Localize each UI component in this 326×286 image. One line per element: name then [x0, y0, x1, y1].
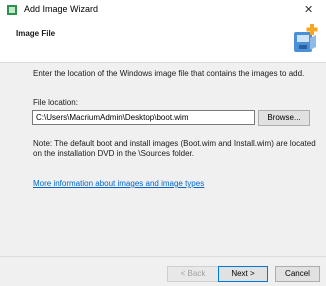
add-image-wizard-window: Add Image Wizard ✕ Image File Enter the … — [0, 0, 326, 286]
wizard-app-icon — [7, 5, 17, 15]
cancel-button[interactable]: Cancel — [275, 266, 320, 282]
close-button[interactable]: ✕ — [292, 0, 326, 20]
file-location-label: File location: — [33, 98, 78, 107]
page-title: Image File — [16, 29, 56, 38]
back-button[interactable]: < Back — [167, 266, 219, 282]
instruction-text: Enter the location of the Windows image … — [33, 69, 305, 78]
close-icon: ✕ — [304, 4, 314, 16]
browse-button[interactable]: Browse... — [258, 110, 310, 126]
next-button[interactable]: Next > — [218, 266, 268, 282]
more-info-link[interactable]: More information about images and image … — [33, 179, 204, 188]
wizard-header: Image File — [0, 20, 326, 63]
title-bar: Add Image Wizard ✕ — [0, 0, 326, 20]
footer-divider — [0, 256, 326, 257]
note-text: Note: The default boot and install image… — [33, 139, 316, 158]
window-title: Add Image Wizard — [24, 4, 99, 14]
file-location-input[interactable]: C:\Users\MacriumAdmin\Desktop\boot.wim — [32, 110, 255, 125]
disk-image-add-icon — [294, 24, 318, 52]
